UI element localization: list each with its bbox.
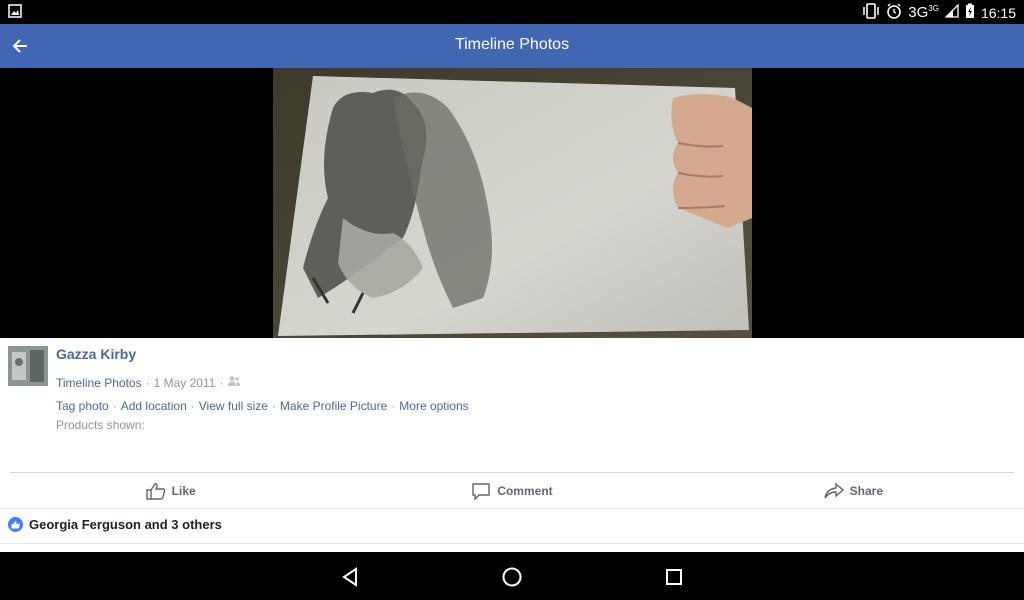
navigation-bar <box>0 552 1024 600</box>
avatar[interactable] <box>8 346 48 386</box>
comment-label: Comment <box>497 483 553 498</box>
album-link[interactable]: Timeline Photos <box>56 376 142 390</box>
photo-viewer[interactable] <box>0 68 1024 338</box>
clock: 16:15 <box>980 4 1016 21</box>
network-type: 3G3G <box>908 4 939 21</box>
alarm-icon <box>886 3 902 22</box>
like-reaction-icon <box>8 517 23 532</box>
like-label: Like <box>171 483 196 498</box>
friends-icon[interactable] <box>227 375 241 390</box>
image-notification-icon <box>8 4 22 23</box>
divider <box>0 508 1024 509</box>
view-full-size-link[interactable]: View full size <box>199 399 268 413</box>
reactions-summary[interactable]: Georgia Ferguson and 3 others <box>8 517 222 532</box>
status-icons: 3G3G 16:15 <box>862 3 1016 22</box>
comment-icon <box>472 482 491 500</box>
meta-separator: · <box>271 399 276 413</box>
share-button[interactable]: Share <box>683 473 1024 508</box>
triangle-back-icon <box>342 567 357 587</box>
more-options-link[interactable]: More options <box>399 399 468 413</box>
thumbs-up-icon <box>145 482 165 500</box>
reactions-text: Georgia Ferguson and 3 others <box>29 517 222 532</box>
square-recents-icon <box>666 569 682 585</box>
circle-home-icon <box>502 567 522 587</box>
post-meta: Timeline Photos · 1 May 2011 · <box>56 375 241 390</box>
page-title: Timeline Photos <box>454 36 570 53</box>
tag-photo-link[interactable]: Tag photo <box>56 399 109 413</box>
network-type-sup: 3G <box>928 4 939 13</box>
meta-separator: · <box>219 375 224 390</box>
comment-button[interactable]: Comment <box>341 473 682 508</box>
nav-recents-button[interactable] <box>661 564 687 590</box>
vibrate-icon <box>862 3 880 22</box>
action-row: Like Comment Share <box>0 473 1024 508</box>
divider <box>0 543 1024 544</box>
post-date[interactable]: 1 May 2011 <box>154 376 216 390</box>
screen: 3G3G 16:15 Timeline Photos Gazza Kirby T… <box>0 0 1024 600</box>
products-shown-label: Products shown: <box>56 418 145 432</box>
timeline-photo[interactable] <box>273 68 752 338</box>
author-name[interactable]: Gazza Kirby <box>56 346 136 362</box>
photo-info-panel: Gazza Kirby Timeline Photos · 1 May 2011… <box>0 338 1024 552</box>
nav-home-button[interactable] <box>499 564 525 590</box>
status-bar: 3G3G 16:15 <box>0 0 1024 24</box>
app-bar: Timeline Photos <box>0 24 1024 68</box>
meta-separator: · <box>190 399 195 413</box>
share-icon <box>823 481 844 498</box>
signal-icon <box>944 3 959 21</box>
photo-options: Tag photo · Add location · View full siz… <box>56 399 469 413</box>
meta-separator: · <box>112 399 117 413</box>
meta-separator: · <box>145 375 150 390</box>
make-profile-picture-link[interactable]: Make Profile Picture <box>280 399 387 413</box>
nav-back-button[interactable] <box>337 564 363 590</box>
like-button[interactable]: Like <box>0 473 341 508</box>
add-location-link[interactable]: Add location <box>121 399 187 413</box>
share-label: Share <box>849 483 883 498</box>
meta-separator: · <box>391 399 396 413</box>
battery-charging-icon <box>965 3 975 22</box>
